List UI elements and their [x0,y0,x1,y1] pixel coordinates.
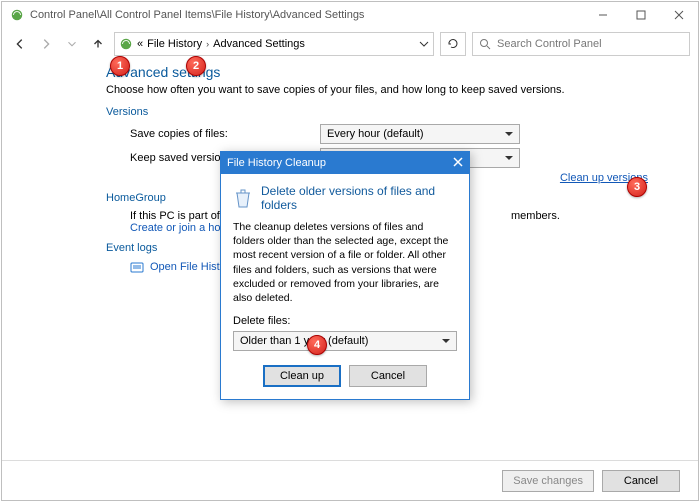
maximize-button[interactable] [622,2,660,28]
address-bar[interactable]: File History › Advanced Settings [114,32,434,56]
dialog-cancel-button[interactable]: Cancel [349,365,427,387]
toolbar: File History › Advanced Settings Search … [2,28,698,60]
group-versions: Versions [106,106,648,118]
file-history-cleanup-dialog: File History Cleanup Delete older versio… [220,151,470,400]
breadcrumb-file-history[interactable]: File History [147,38,202,50]
dialog-cleanup-button[interactable]: Clean up [263,365,341,387]
annotation-badge-3: 3 [627,177,647,197]
titlebar: Control Panel\All Control Panel Items\Fi… [2,2,698,28]
up-button[interactable] [88,34,108,54]
location-icon [119,37,133,51]
recycle-bin-icon [233,187,253,209]
save-changes-button[interactable]: Save changes [502,470,594,492]
save-copies-label: Save copies of files: [130,128,320,140]
dialog-body-text: The cleanup deletes versions of files an… [233,220,457,305]
page-description: Choose how often you want to save copies… [106,84,648,96]
delete-files-label: Delete files: [233,315,457,327]
dialog-title: File History Cleanup [227,157,453,169]
footer-cancel-button[interactable]: Cancel [602,470,680,492]
save-copies-select[interactable]: Every hour (default) [320,124,520,144]
search-icon [479,38,491,50]
breadcrumb-prefix [137,38,147,50]
refresh-button[interactable] [440,32,466,56]
close-window-button[interactable] [660,2,698,28]
recent-locations-button[interactable] [62,34,82,54]
control-panel-icon [10,8,24,22]
footer: Save changes Cancel [2,460,698,500]
search-input[interactable]: Search Control Panel [472,32,690,56]
dialog-titlebar[interactable]: File History Cleanup [221,152,469,174]
dialog-close-button[interactable] [453,157,463,170]
dialog-heading: Delete older versions of files and folde… [261,184,457,212]
annotation-badge-2: 2 [186,56,206,76]
window-title: Control Panel\All Control Panel Items\Fi… [30,9,584,21]
delete-files-select[interactable]: Older than 1 year (default) [233,331,457,351]
open-eventlog-link[interactable]: Open File Hist [150,261,220,273]
chevron-down-icon[interactable] [419,39,429,49]
forward-button[interactable] [36,34,56,54]
event-log-icon [130,260,144,274]
search-placeholder: Search Control Panel [497,38,602,50]
create-homegroup-link[interactable]: Create or join a ho [130,222,221,234]
annotation-badge-1: 1 [110,56,130,76]
breadcrumb-advanced-settings[interactable]: Advanced Settings [213,38,305,50]
back-button[interactable] [10,34,30,54]
minimize-button[interactable] [584,2,622,28]
chevron-right-icon: › [206,39,209,49]
annotation-badge-4: 4 [307,335,327,355]
